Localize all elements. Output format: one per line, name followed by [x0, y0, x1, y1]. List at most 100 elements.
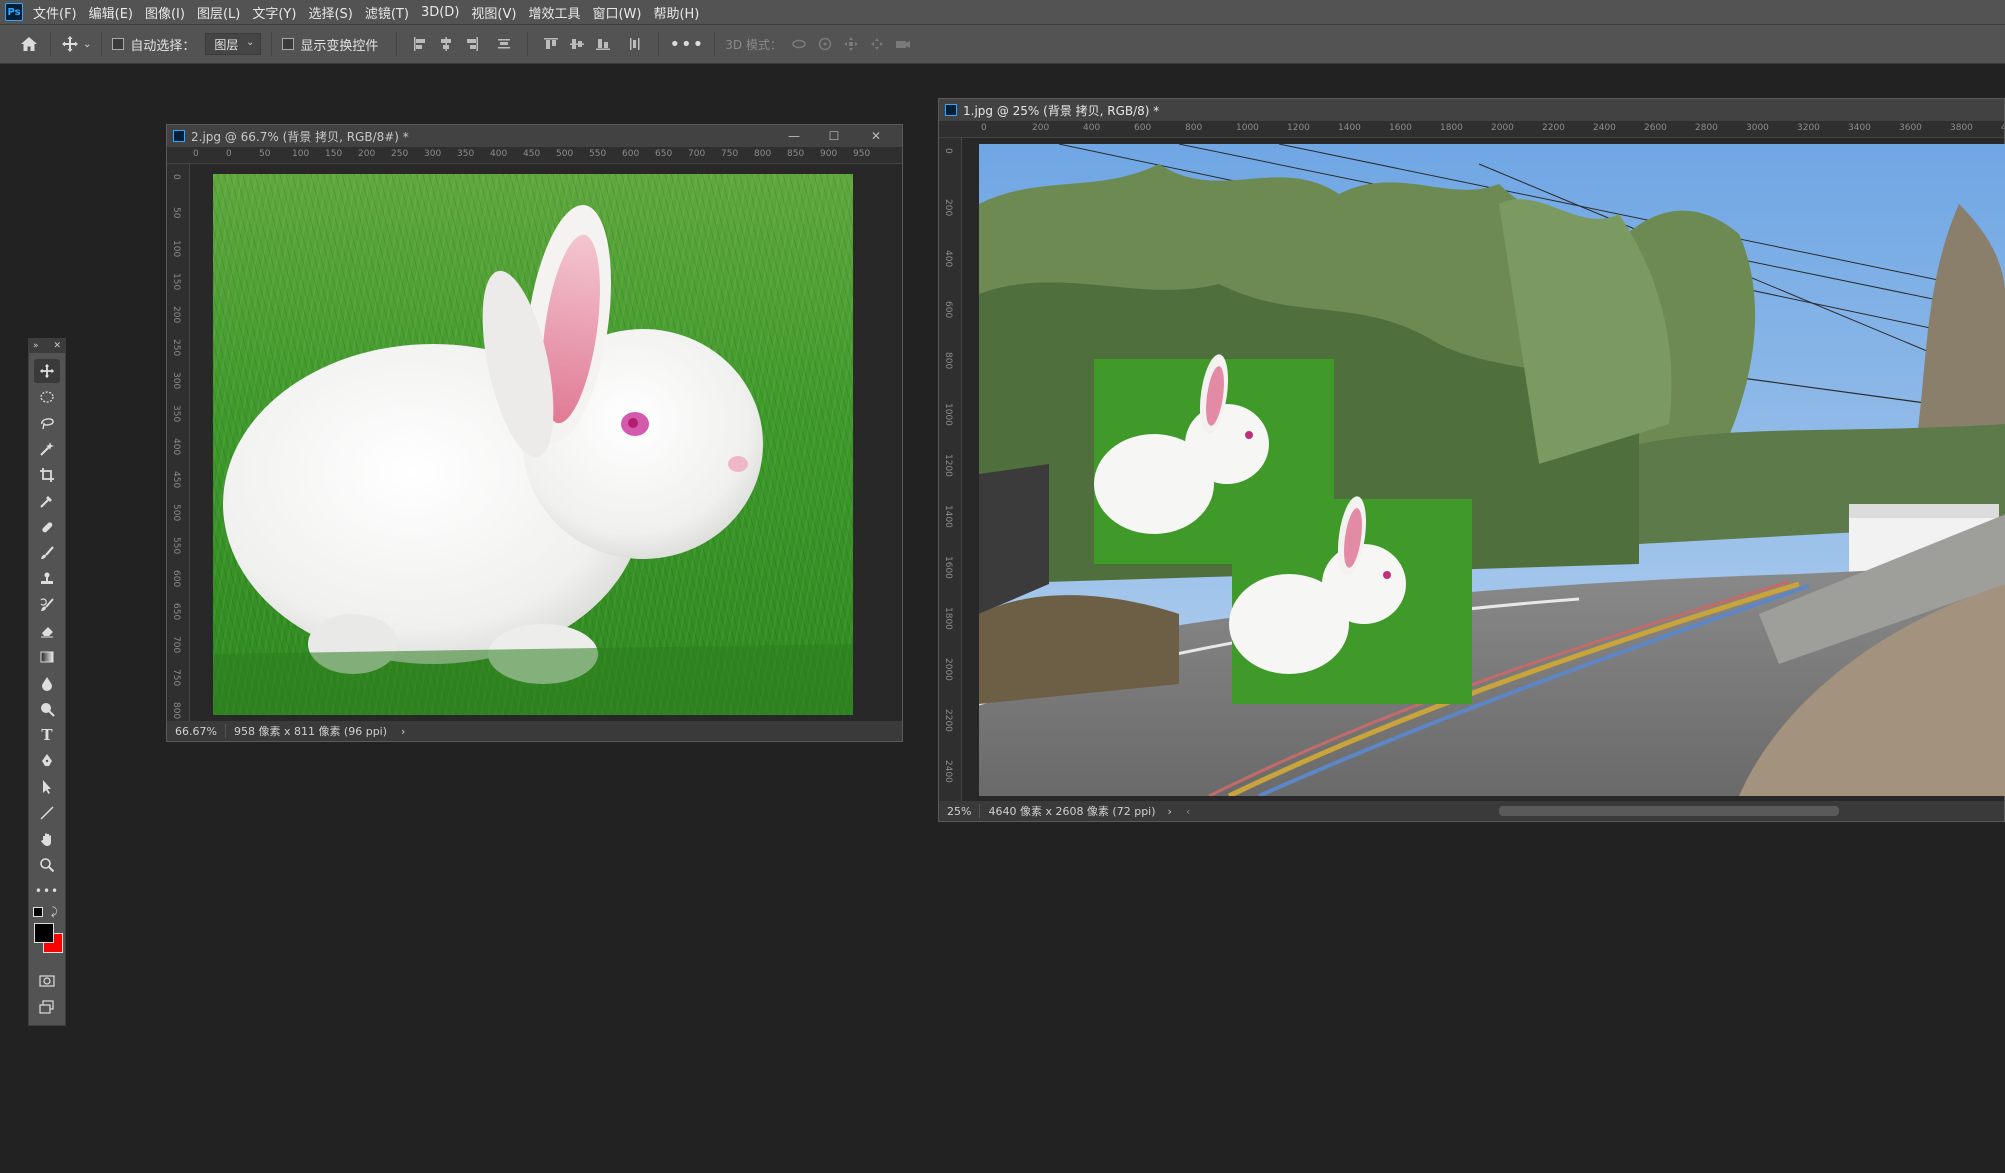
scroll-left-icon[interactable]: ‹ — [1186, 805, 1190, 818]
history-brush-tool-icon[interactable] — [34, 593, 60, 617]
align-top-edges-icon[interactable] — [542, 35, 560, 53]
foreground-color-swatch[interactable] — [34, 923, 54, 943]
maximize-icon[interactable]: ☐ — [826, 128, 842, 144]
eraser-tool-icon[interactable] — [34, 619, 60, 643]
quick-mask-icon[interactable] — [34, 969, 60, 993]
status-menu-arrow-icon[interactable]: › — [401, 725, 405, 738]
menu-3d[interactable]: 3D(D) — [421, 5, 459, 20]
align-vertical-centers-icon[interactable] — [568, 35, 586, 53]
menu-image[interactable]: 图像(I) — [145, 3, 185, 22]
auto-select-value: 图层 — [214, 37, 239, 52]
line-tool-icon[interactable] — [34, 801, 60, 825]
distribute-horizontal-icon[interactable] — [626, 35, 644, 53]
ruler-origin[interactable] — [939, 121, 962, 138]
document-window-right: 1.jpg @ 25% (背景 拷贝, RGB/8) * 0 200 400 600 8… — [938, 98, 2005, 822]
blur-tool-icon[interactable] — [34, 671, 60, 695]
3d-camera-icon[interactable] — [894, 35, 912, 53]
3d-slide-icon[interactable] — [868, 35, 886, 53]
auto-select-dropdown[interactable]: 图层 ⌄ — [205, 33, 262, 55]
menu-filter[interactable]: 滤镜(T) — [365, 3, 409, 22]
hand-tool-icon[interactable] — [34, 827, 60, 851]
vertical-ruler[interactable]: 0 50 100 150 200 250 300 350 400 450 500 550 600 650 7… — [167, 164, 190, 721]
3d-orbit-icon[interactable] — [790, 35, 808, 53]
document-title-bar[interactable]: 1.jpg @ 25% (背景 拷贝, RGB/8) * — [939, 99, 2004, 121]
3d-roll-icon[interactable] — [816, 35, 834, 53]
rabbit-illustration — [213, 205, 853, 715]
document-title: 2.jpg @ 66.7% (背景 拷贝, RGB/8#) * — [191, 129, 409, 144]
canvas-road-scene[interactable] — [979, 144, 2005, 796]
ruler-tick-label: 2000 — [1491, 123, 1514, 133]
menu-plugins[interactable]: 增效工具 — [528, 3, 580, 22]
show-transform-checkbox[interactable] — [282, 38, 295, 50]
close-panel-icon[interactable]: ✕ — [53, 341, 61, 351]
brush-tool-icon[interactable] — [34, 541, 60, 565]
type-tool-icon[interactable]: T — [34, 723, 60, 747]
default-colors-icon[interactable] — [33, 907, 43, 917]
menu-view[interactable]: 视图(V) — [471, 3, 516, 22]
ruler-tick-label: 0 — [981, 123, 987, 133]
collapse-panel-icon[interactable]: » — [33, 341, 39, 351]
crop-tool-icon[interactable] — [34, 463, 60, 487]
menu-file[interactable]: 文件(F) — [33, 3, 77, 22]
ruler-tick-label: 3400 — [1848, 123, 1871, 133]
marquee-tool-icon[interactable] — [34, 385, 60, 409]
status-menu-arrow-icon[interactable]: › — [1168, 805, 1172, 818]
horizontal-ruler[interactable]: 0 200 400 600 800 1000 1200 1400 1600 1800 2000 220… — [961, 121, 2004, 138]
horizontal-ruler[interactable]: 0 0 50 100 150 200 250 300 350 400 450 500 550 600 650… — [189, 147, 902, 164]
gradient-tool-icon[interactable] — [34, 645, 60, 669]
zoom-tool-icon[interactable] — [34, 853, 60, 877]
menu-window[interactable]: 窗口(W) — [592, 3, 641, 22]
ruler-tick-label: 3000 — [1746, 123, 1769, 133]
path-selection-tool-icon[interactable] — [34, 775, 60, 799]
align-right-edges-icon[interactable] — [463, 35, 481, 53]
minimize-icon[interactable]: — — [786, 128, 802, 144]
canvas-rabbit-image[interactable] — [213, 174, 853, 715]
ruler-tick-label: 700 — [171, 636, 181, 654]
ruler-tick-label: 3200 — [1797, 123, 1820, 133]
distribute-vertical-icon[interactable] — [495, 35, 513, 53]
menu-layer[interactable]: 图层(L) — [197, 3, 240, 22]
document-info[interactable]: 958 像素 x 811 像素 (96 ppi) — [234, 723, 387, 739]
divider — [527, 32, 529, 56]
horizontal-scrollbar-thumb[interactable] — [1499, 806, 1839, 816]
auto-select-checkbox[interactable] — [112, 38, 125, 50]
ruler-tick-label: 100 — [292, 149, 310, 159]
align-left-edges-icon[interactable] — [411, 35, 429, 53]
close-icon[interactable]: ✕ — [868, 128, 884, 144]
zoom-level[interactable]: 25% — [947, 805, 971, 818]
menu-help[interactable]: 帮助(H) — [653, 3, 699, 22]
align-bottom-edges-icon[interactable] — [594, 35, 612, 53]
magic-wand-tool-icon[interactable] — [34, 437, 60, 461]
align-horizontal-centers-icon[interactable] — [437, 35, 455, 53]
pen-tool-icon[interactable] — [34, 749, 60, 773]
ruler-tick-label: 800 — [943, 352, 953, 370]
healing-brush-tool-icon[interactable] — [34, 515, 60, 539]
clone-stamp-tool-icon[interactable] — [34, 567, 60, 591]
swap-colors-icon[interactable]: ⤸ — [51, 905, 58, 919]
move-tool-icon[interactable] — [34, 359, 60, 383]
ruler-tick-label: 2400 — [943, 760, 953, 783]
screen-mode-icon[interactable] — [34, 995, 60, 1019]
vertical-ruler[interactable]: 0 200 400 600 800 1000 1200 1400 1600 1800 2000 220… — [939, 138, 962, 801]
document-title-bar[interactable]: 2.jpg @ 66.7% (背景 拷贝, RGB/8#) * — ☐ ✕ — [167, 125, 902, 147]
edit-toolbar-icon[interactable]: ••• — [34, 879, 60, 903]
lasso-tool-icon[interactable] — [34, 411, 60, 435]
eyedropper-tool-icon[interactable] — [34, 489, 60, 513]
document-info[interactable]: 4640 像素 x 2608 像素 (72 ppi) — [988, 803, 1155, 819]
ruler-tick-label: 400 — [171, 438, 181, 456]
home-icon[interactable] — [18, 36, 40, 52]
chevron-down-icon: ⌄ — [246, 37, 255, 48]
ruler-origin[interactable] — [167, 147, 190, 164]
menu-select[interactable]: 选择(S) — [308, 3, 352, 22]
ruler-tick-label: 100 — [171, 240, 181, 258]
menu-type[interactable]: 文字(Y) — [252, 3, 296, 22]
menu-edit[interactable]: 编辑(E) — [89, 3, 133, 22]
more-options-icon[interactable]: ••• — [669, 34, 704, 55]
zoom-level[interactable]: 66.67% — [175, 725, 217, 738]
dodge-tool-icon[interactable] — [34, 697, 60, 721]
move-tool-icon[interactable] — [61, 35, 79, 53]
3d-pan-icon[interactable] — [842, 35, 860, 53]
tool-preset-chevron-icon[interactable]: ⌄ — [83, 39, 91, 50]
ruler-tick-label: 500 — [171, 504, 181, 522]
tools-panel-header: » ✕ — [29, 339, 65, 353]
